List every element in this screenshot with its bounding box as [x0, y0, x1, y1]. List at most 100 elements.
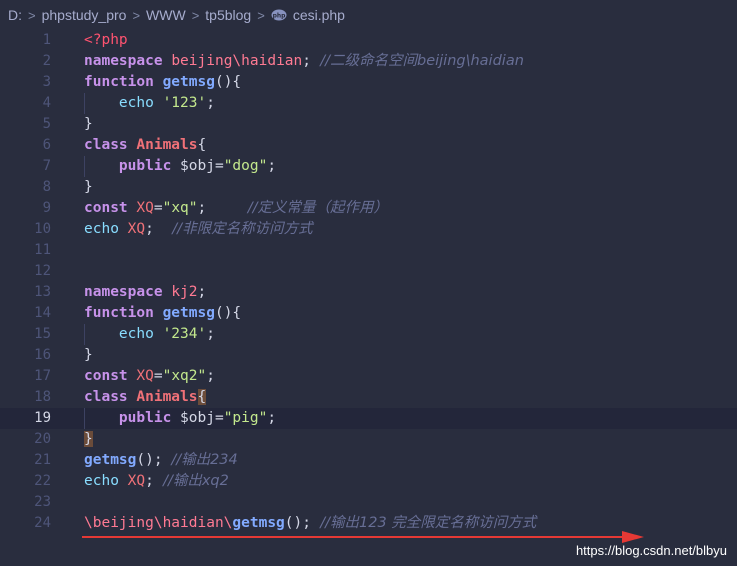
- code-line[interactable]: 7 public $obj="dog";: [0, 156, 737, 177]
- code-text: echo '234';: [84, 324, 215, 345]
- breadcrumb-item-phpstudy[interactable]: phpstudy_pro: [42, 7, 127, 23]
- code-line[interactable]: 11: [0, 240, 737, 261]
- code-token: public: [84, 158, 181, 174]
- php-file-icon: php: [271, 9, 287, 21]
- code-token: <?php: [84, 32, 128, 48]
- code-token: //二级命名空间beijing\haidian: [311, 53, 524, 69]
- line-number: 16: [34, 347, 51, 363]
- code-line[interactable]: 9 const XQ="xq"; //定义常量（起作用）: [0, 198, 737, 219]
- code-line[interactable]: 22 echo XQ; //输出xq2: [0, 471, 737, 492]
- code-token: class: [84, 389, 137, 405]
- chevron-right-icon: >: [191, 7, 200, 23]
- code-token: echo: [84, 95, 163, 111]
- code-line[interactable]: 4 echo '123';: [0, 93, 737, 114]
- code-token: getmsg: [162, 305, 215, 321]
- line-number: 5: [42, 116, 51, 132]
- code-token: Animals: [136, 137, 198, 153]
- code-editor[interactable]: 1 <?php 2 namespace beijing\haidian; //二级命名…: [0, 30, 737, 534]
- code-token: XQ: [127, 473, 146, 489]
- code-text: <?php: [84, 30, 128, 51]
- code-line[interactable]: 16}: [0, 345, 737, 366]
- code-token: '123': [162, 95, 207, 111]
- watermark: https://blog.csdn.net/blbyu: [575, 543, 727, 558]
- code-token: ;: [267, 158, 277, 174]
- code-token: ();: [136, 452, 172, 468]
- code-token: class: [84, 137, 137, 153]
- code-text: public $obj="pig";: [84, 408, 276, 429]
- line-number: 17: [34, 368, 51, 384]
- line-number: 9: [42, 200, 51, 216]
- breadcrumb-item-file[interactable]: cesi.php: [293, 7, 345, 23]
- code-token: ;: [206, 95, 215, 111]
- line-number: 22: [34, 473, 51, 489]
- code-token: (){: [214, 305, 242, 321]
- line-number: 15: [34, 326, 51, 342]
- code-token: ;: [197, 284, 207, 300]
- code-line[interactable]: 24 \beijing\haidian\getmsg(); //输出123 完全限…: [0, 513, 737, 534]
- code-token: }: [84, 347, 93, 363]
- code-line[interactable]: 3 function getmsg(){: [0, 72, 737, 93]
- code-token: const: [84, 368, 137, 384]
- code-token: getmsg: [162, 74, 215, 90]
- code-token: XQ: [136, 200, 154, 216]
- code-token: $obj=: [180, 410, 224, 426]
- code-line[interactable]: 20}: [0, 429, 737, 450]
- code-token: function: [84, 305, 163, 321]
- code-line[interactable]: 23: [0, 492, 737, 513]
- breadcrumb: D: > phpstudy_pro > WWW > tp5blog > php …: [0, 0, 737, 30]
- line-number: 24: [34, 515, 51, 531]
- code-token: function: [84, 74, 163, 90]
- code-text: public $obj="dog";: [84, 156, 276, 177]
- code-token: $obj=: [180, 158, 224, 174]
- code-token: \beijing\haidian\: [84, 515, 233, 531]
- code-text: class Animals{: [84, 135, 206, 156]
- chevron-right-icon: >: [28, 7, 36, 23]
- code-line[interactable]: 5}: [0, 114, 737, 135]
- code-token: beijing\haidian: [171, 53, 303, 69]
- code-line[interactable]: 15 echo '234';: [0, 324, 737, 345]
- code-line[interactable]: 8}: [0, 177, 737, 198]
- code-line[interactable]: 12: [0, 261, 737, 282]
- line-number: 1: [42, 32, 51, 48]
- code-line[interactable]: 18 class Animals{: [0, 387, 737, 408]
- line-number: 10: [34, 221, 51, 237]
- code-line[interactable]: 17 const XQ="xq2";: [0, 366, 737, 387]
- code-text: \beijing\haidian\getmsg(); //输出123 完全限定名…: [84, 513, 536, 534]
- code-line[interactable]: 10 echo XQ; //非限定名称访问方式: [0, 219, 737, 240]
- code-token: ;: [145, 473, 154, 489]
- code-token: "dog": [223, 158, 268, 174]
- code-token: ;: [145, 221, 154, 237]
- code-line[interactable]: 2 namespace beijing\haidian; //二级命名空间beij…: [0, 51, 737, 72]
- line-number: 19: [34, 410, 51, 426]
- code-line[interactable]: 14 function getmsg(){: [0, 303, 737, 324]
- code-line[interactable]: 21 getmsg(); //输出234: [0, 450, 737, 471]
- breadcrumb-item-www[interactable]: WWW: [146, 7, 186, 23]
- code-token: {: [197, 389, 207, 405]
- code-token: public: [84, 410, 181, 426]
- code-text: class Animals{: [84, 387, 207, 408]
- code-token: XQ: [127, 221, 146, 237]
- breadcrumb-item-drive[interactable]: D:: [8, 7, 22, 23]
- code-token: "pig": [223, 410, 268, 426]
- code-token: getmsg: [84, 452, 137, 468]
- line-number: 14: [34, 305, 51, 321]
- line-number: 18: [34, 389, 51, 405]
- code-line[interactable]: 6 class Animals{: [0, 135, 737, 156]
- line-number: 8: [42, 179, 51, 195]
- line-number: 13: [34, 284, 51, 300]
- code-token: ;: [206, 368, 215, 384]
- code-line[interactable]: 19 public $obj="pig";: [0, 408, 737, 429]
- code-line[interactable]: 13 namespace kj2;: [0, 282, 737, 303]
- breadcrumb-item-tp5blog[interactable]: tp5blog: [205, 7, 251, 23]
- line-number: 21: [34, 452, 51, 468]
- code-token: "xq": [162, 200, 198, 216]
- code-token: ();: [284, 515, 311, 531]
- code-text: echo XQ; //输出xq2: [84, 471, 229, 492]
- code-token: kj2: [171, 284, 198, 300]
- code-token: {: [197, 137, 207, 153]
- code-token: //定义常量（起作用）: [206, 200, 389, 216]
- code-line[interactable]: 1 <?php: [0, 30, 737, 51]
- code-token: =: [153, 368, 163, 384]
- code-text: }: [84, 177, 93, 198]
- code-token: echo: [84, 221, 128, 237]
